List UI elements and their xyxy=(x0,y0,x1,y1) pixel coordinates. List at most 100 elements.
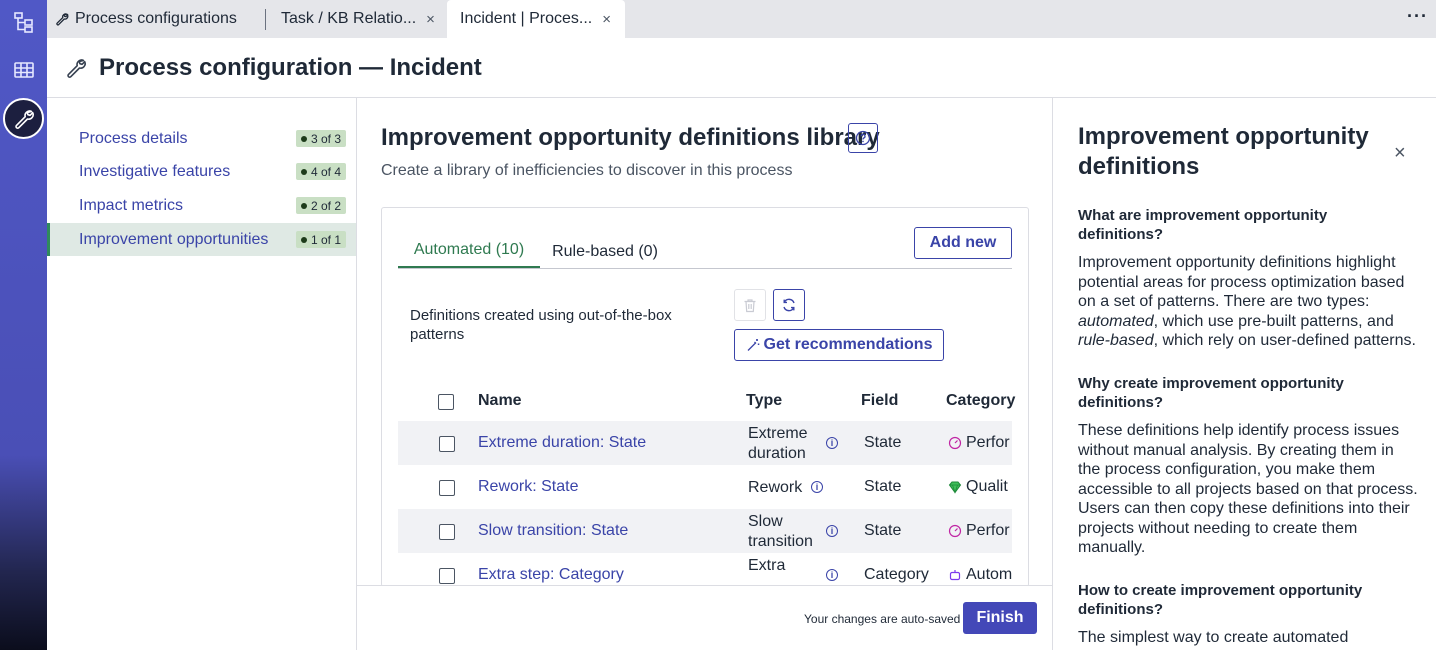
select-all-checkbox[interactable] xyxy=(438,394,454,410)
type-cell: Extra xyxy=(748,557,786,574)
category-cell: Autom xyxy=(948,566,1012,584)
category-cell: Perfor xyxy=(948,434,1010,452)
panel-title: Improvement opportunity definitions xyxy=(1078,123,1369,180)
magic-wand-icon xyxy=(747,339,759,351)
close-icon[interactable]: × xyxy=(426,11,435,28)
badge-text: 1 of 1 xyxy=(310,232,341,247)
nav-item-improvement-opportunities[interactable]: Improvement opportunities 1 of 1 xyxy=(47,223,356,256)
wrench-icon xyxy=(55,12,69,26)
definition-link[interactable]: Extreme duration: State xyxy=(478,434,646,452)
info-icon[interactable]: i xyxy=(826,437,838,449)
status-dot-icon xyxy=(300,236,307,243)
table-row: Extreme duration: State Extreme duration… xyxy=(398,421,1012,465)
definition-link[interactable]: Extra step: Category xyxy=(478,566,624,584)
question-icon xyxy=(855,130,871,146)
close-icon[interactable]: × xyxy=(602,11,611,28)
page-header: Process configuration — Incident xyxy=(47,38,1436,98)
row-checkbox[interactable] xyxy=(439,568,455,584)
category-label: Perfor xyxy=(966,522,1010,539)
tab-automated[interactable]: Automated (10) xyxy=(398,234,540,269)
answer-text: Improvement opportunity definitions high… xyxy=(1078,254,1405,310)
refresh-button[interactable] xyxy=(773,289,805,321)
answer-emphasis: rule-based xyxy=(1078,332,1154,349)
column-header-name[interactable]: Name xyxy=(478,392,522,410)
type-cell: Slow transition xyxy=(748,513,813,550)
gauge-icon xyxy=(948,524,962,538)
nav-item-label: Improvement opportunities xyxy=(79,230,269,248)
status-dot-icon xyxy=(300,135,307,142)
faq-question: How to create improvement opportunity de… xyxy=(1078,582,1363,618)
more-icon[interactable]: ··· xyxy=(1407,6,1428,27)
wrench-icon[interactable] xyxy=(3,98,44,139)
status-badge: 1 of 1 xyxy=(295,231,346,248)
row-checkbox[interactable] xyxy=(439,524,455,540)
close-icon[interactable]: × xyxy=(1394,142,1406,165)
column-header-type[interactable]: Type xyxy=(746,392,782,410)
status-badge: 4 of 4 xyxy=(295,163,346,180)
info-icon[interactable]: i xyxy=(811,481,823,493)
process-tree-icon[interactable] xyxy=(6,4,41,39)
column-header-field[interactable]: Field xyxy=(861,392,898,410)
faq-question: What are improvement opportunity definit… xyxy=(1078,207,1328,243)
footer-bar: Your changes are auto-saved Finish xyxy=(357,585,1052,650)
answer-text: , which rely on user-defined patterns. xyxy=(1153,332,1416,349)
status-dot-icon xyxy=(300,168,307,175)
app-rail xyxy=(0,0,47,650)
page-title: Process configuration — Incident xyxy=(99,53,482,81)
answer-text: , which use pre-built patterns, and xyxy=(1153,312,1394,330)
definition-link[interactable]: Rework: State xyxy=(478,478,578,496)
robot-icon xyxy=(949,570,961,581)
add-new-button[interactable]: Add new xyxy=(914,227,1012,259)
table-row: Extra step: Category Extra i Category Au… xyxy=(398,553,1012,586)
category-cell: Perfor xyxy=(948,522,1010,540)
help-panel: Improvement opportunity definitions × Wh… xyxy=(1054,98,1436,650)
field-cell: State xyxy=(864,522,902,539)
delete-button[interactable] xyxy=(734,289,766,321)
column-header-category[interactable]: Category xyxy=(946,392,1015,410)
faq-answer: The simplest way to create automated xyxy=(1078,629,1349,646)
tab-underline xyxy=(398,268,1012,269)
category-label: Autom xyxy=(966,566,1013,583)
table-row: Slow transition: State Slow transition i… xyxy=(398,509,1012,553)
nav-item-process-details[interactable]: Process details 3 of 3 xyxy=(47,122,356,155)
category-cell: Qualit xyxy=(948,478,1008,496)
wrench-icon xyxy=(65,57,87,79)
finish-button[interactable]: Finish xyxy=(963,602,1037,634)
nav-item-impact-metrics[interactable]: Impact metrics 2 of 2 xyxy=(47,189,356,222)
get-recommendations-button[interactable]: Get recommendations xyxy=(734,329,944,361)
nav-item-investigative-features[interactable]: Investigative features 4 of 4 xyxy=(47,155,356,188)
definitions-description: Definitions created using out-of-the-box… xyxy=(410,307,672,343)
field-cell: State xyxy=(864,478,902,495)
answer-emphasis: automated xyxy=(1078,312,1154,330)
tab-task-kb-relation[interactable]: Task / KB Relatio... × xyxy=(281,0,441,38)
definition-link[interactable]: Slow transition: State xyxy=(478,522,628,540)
category-label: Perfor xyxy=(966,434,1010,451)
config-steps-nav: Process details 3 of 3 Investigative fea… xyxy=(47,98,357,650)
field-cell: Category xyxy=(864,566,929,583)
definitions-card: Automated (10) Rule-based (0) Add new De… xyxy=(381,207,1029,587)
faq-answer: Improvement opportunity definitions high… xyxy=(1078,253,1418,351)
help-button[interactable] xyxy=(848,123,878,153)
row-checkbox[interactable] xyxy=(439,480,455,496)
section-title: Improvement opportunity definitions libr… xyxy=(381,124,880,151)
info-icon[interactable]: i xyxy=(826,569,838,581)
tab-process-configurations[interactable]: Process configurations xyxy=(55,0,255,38)
table-row: Rework: State Rework i State Qualit xyxy=(398,465,1012,509)
table-icon[interactable] xyxy=(6,52,41,87)
type-cell: Rework xyxy=(748,479,803,496)
tab-rule-based[interactable]: Rule-based (0) xyxy=(544,234,666,269)
nav-item-label: Impact metrics xyxy=(79,196,184,214)
tab-label: Incident | Proces... xyxy=(460,10,593,27)
tab-divider xyxy=(265,9,266,30)
nav-item-label: Investigative features xyxy=(79,162,231,180)
badge-text: 4 of 4 xyxy=(310,164,341,179)
row-checkbox[interactable] xyxy=(439,436,455,452)
tab-label: Task / KB Relatio... xyxy=(281,10,417,27)
gauge-icon xyxy=(948,436,962,450)
badge-text: 3 of 3 xyxy=(310,131,341,146)
info-icon[interactable]: i xyxy=(826,525,838,537)
tab-bar: Process configurations Task / KB Relatio… xyxy=(47,0,1436,38)
category-label: Qualit xyxy=(966,478,1008,495)
tab-incident-process[interactable]: Incident | Proces... × xyxy=(447,0,625,38)
refresh-icon xyxy=(783,298,795,312)
